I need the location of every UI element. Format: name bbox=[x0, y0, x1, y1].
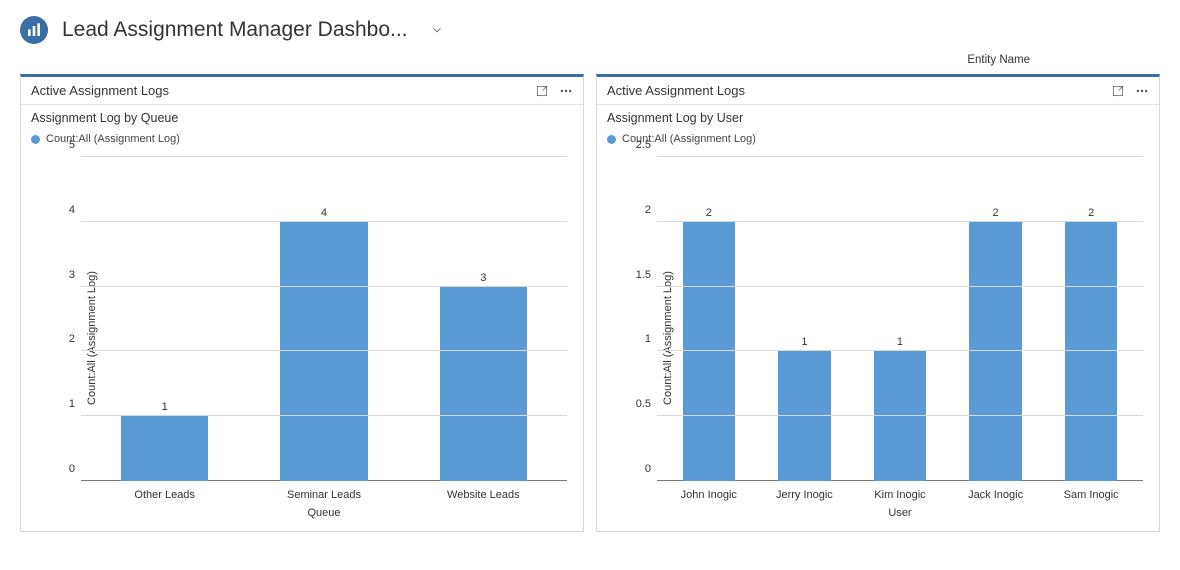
dashboard-icon bbox=[20, 16, 48, 44]
grid-line bbox=[657, 221, 1143, 222]
y-tick-label: 2.5 bbox=[636, 139, 651, 151]
y-tick-label: 1.5 bbox=[636, 269, 651, 281]
chart-panel-user: Active Assignment Logs Assignment Log by… bbox=[596, 74, 1160, 532]
x-category-label: Other Leads bbox=[85, 489, 244, 501]
bar-value-label: 1 bbox=[162, 401, 168, 413]
x-category-label: Kim Inogic bbox=[852, 489, 948, 501]
grid-line bbox=[657, 156, 1143, 157]
x-axis-label: User bbox=[657, 507, 1143, 519]
x-labels-row: Other LeadsSeminar LeadsWebsite Leads bbox=[81, 489, 567, 501]
more-icon[interactable] bbox=[1135, 84, 1149, 98]
grid-line bbox=[657, 415, 1143, 416]
page-title: Lead Assignment Manager Dashbo... bbox=[62, 18, 408, 42]
bar[interactable]: 3 bbox=[440, 287, 528, 481]
panels-row: Active Assignment Logs Assignment Log by… bbox=[0, 74, 1180, 532]
bar[interactable]: 2 bbox=[969, 222, 1022, 481]
bar-value-label: 2 bbox=[993, 207, 999, 219]
y-tick-label: 4 bbox=[69, 204, 75, 216]
bar-value-label: 1 bbox=[897, 336, 903, 348]
y-tick-label: 2 bbox=[69, 333, 75, 345]
y-tick-label: 0 bbox=[645, 463, 651, 475]
bar-value-label: 2 bbox=[706, 207, 712, 219]
panel-titlebar: Active Assignment Logs bbox=[21, 77, 583, 105]
panel-actions bbox=[1111, 84, 1149, 98]
bar-column: 1 bbox=[852, 157, 948, 481]
chart-area: 143 012345 bbox=[81, 157, 567, 481]
x-category-label: Jerry Inogic bbox=[757, 489, 853, 501]
expand-icon[interactable] bbox=[535, 84, 549, 98]
x-labels-row: John InogicJerry InogicKim InogicJack In… bbox=[657, 489, 1143, 501]
x-category-label: Website Leads bbox=[404, 489, 563, 501]
bar[interactable]: 1 bbox=[874, 351, 927, 481]
x-category-label: Seminar Leads bbox=[244, 489, 403, 501]
x-axis-label: Queue bbox=[81, 507, 567, 519]
panel-title: Active Assignment Logs bbox=[607, 83, 1111, 98]
bar-value-label: 3 bbox=[480, 272, 486, 284]
grid-line bbox=[81, 350, 567, 351]
bar-value-label: 4 bbox=[321, 207, 327, 219]
bar-value-label: 2 bbox=[1088, 207, 1094, 219]
bar-column: 2 bbox=[948, 157, 1044, 481]
legend-marker-icon bbox=[31, 135, 40, 144]
bars-row: 143 bbox=[81, 157, 567, 481]
chart-legend: Count:All (Assignment Log) bbox=[597, 127, 1159, 147]
bar-column: 1 bbox=[85, 157, 244, 481]
y-tick-label: 1 bbox=[645, 333, 651, 345]
bar[interactable]: 2 bbox=[683, 222, 736, 481]
bar-column: 2 bbox=[1043, 157, 1139, 481]
y-tick-label: 3 bbox=[69, 269, 75, 281]
page-header: Lead Assignment Manager Dashbo... bbox=[0, 0, 1180, 52]
legend-marker-icon bbox=[607, 135, 616, 144]
bar[interactable]: 1 bbox=[121, 416, 209, 481]
panel-subtitle: Assignment Log by Queue bbox=[21, 105, 583, 127]
panel-title: Active Assignment Logs bbox=[31, 83, 535, 98]
panel-titlebar: Active Assignment Logs bbox=[597, 77, 1159, 105]
y-tick-label: 1 bbox=[69, 398, 75, 410]
y-tick-label: 2 bbox=[645, 204, 651, 216]
more-icon[interactable] bbox=[559, 84, 573, 98]
chart-legend: Count:All (Assignment Log) bbox=[21, 127, 583, 147]
grid-line bbox=[81, 415, 567, 416]
y-tick-label: 5 bbox=[69, 139, 75, 151]
grid-line bbox=[81, 286, 567, 287]
chart-body: Count:All (Assignment Log) 21122 00.511.… bbox=[597, 147, 1159, 531]
bar-column: 4 bbox=[244, 157, 403, 481]
bar-column: 3 bbox=[404, 157, 563, 481]
y-tick-label: 0 bbox=[69, 463, 75, 475]
bar[interactable]: 2 bbox=[1065, 222, 1118, 481]
expand-icon[interactable] bbox=[1111, 84, 1125, 98]
y-tick-label: 0.5 bbox=[636, 398, 651, 410]
grid-line bbox=[657, 350, 1143, 351]
bar-column: 2 bbox=[661, 157, 757, 481]
dashboard-selector-chevron[interactable] bbox=[430, 23, 444, 37]
x-category-label: Sam Inogic bbox=[1043, 489, 1139, 501]
panel-subtitle: Assignment Log by User bbox=[597, 105, 1159, 127]
chart-body: Count:All (Assignment Log) 143 012345 Ot… bbox=[21, 147, 583, 531]
bar[interactable]: 4 bbox=[280, 222, 368, 481]
grid-line bbox=[81, 156, 567, 157]
entity-name-label: Entity Name bbox=[0, 52, 1180, 74]
grid-line bbox=[657, 286, 1143, 287]
x-category-label: John Inogic bbox=[661, 489, 757, 501]
bar[interactable]: 1 bbox=[778, 351, 831, 481]
legend-text: Count:All (Assignment Log) bbox=[46, 133, 180, 145]
x-category-label: Jack Inogic bbox=[948, 489, 1044, 501]
panel-actions bbox=[535, 84, 573, 98]
bars-row: 21122 bbox=[657, 157, 1143, 481]
bar-column: 1 bbox=[757, 157, 853, 481]
chart-area: 21122 00.511.522.5 bbox=[657, 157, 1143, 481]
bar-value-label: 1 bbox=[801, 336, 807, 348]
chart-panel-queue: Active Assignment Logs Assignment Log by… bbox=[20, 74, 584, 532]
grid-line bbox=[81, 221, 567, 222]
